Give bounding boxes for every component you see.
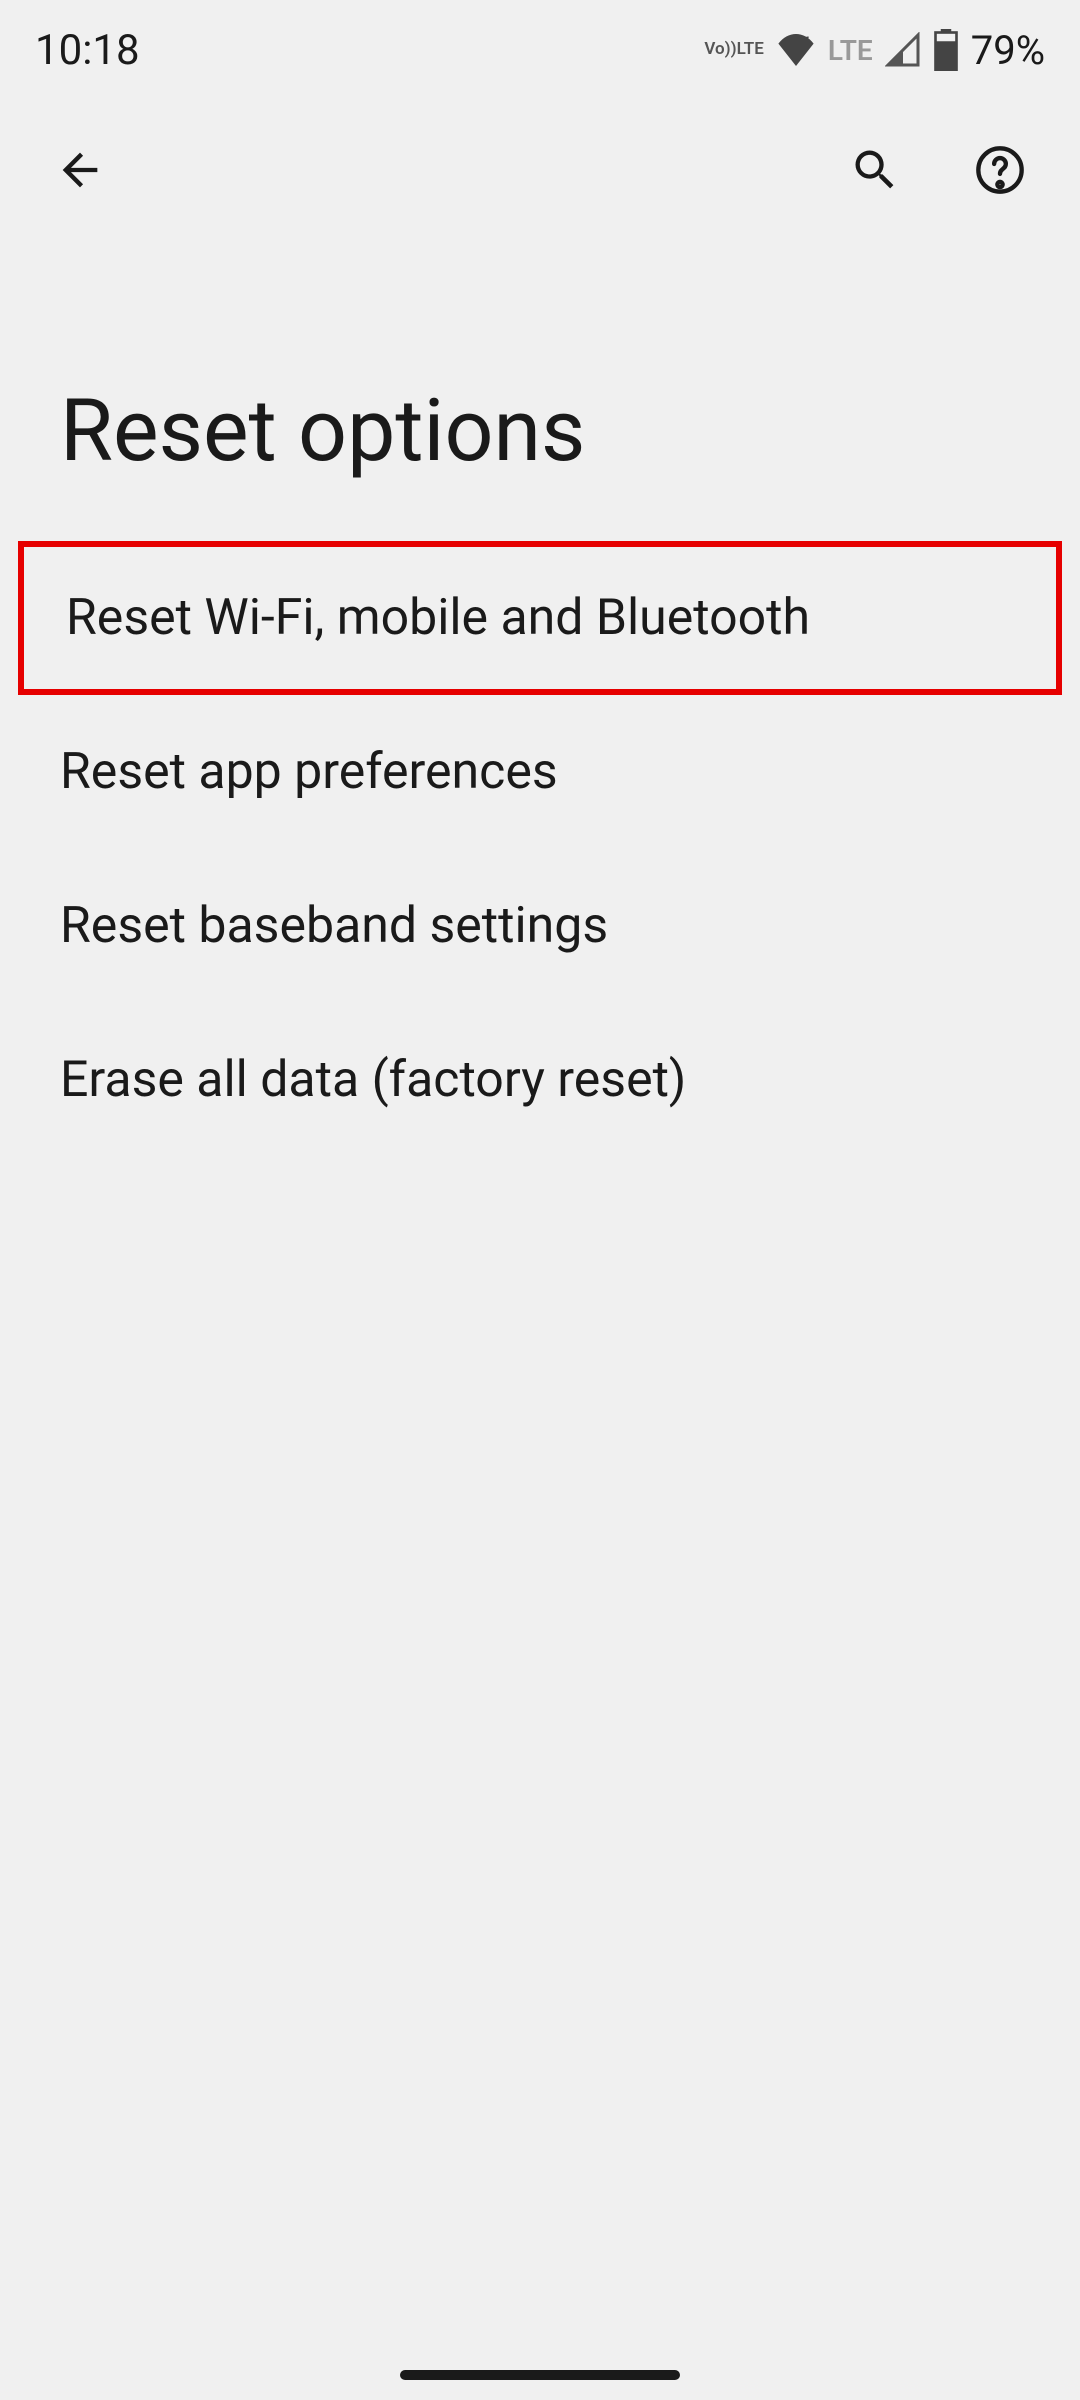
- arrow-left-icon: [54, 144, 106, 196]
- battery-icon: [933, 29, 959, 71]
- option-label: Reset Wi-Fi, mobile and Bluetooth: [66, 589, 810, 647]
- status-indicators: Vo)) LTE 6 LTE 79%: [704, 27, 1045, 74]
- help-button[interactable]: [970, 140, 1030, 200]
- options-list: Reset Wi-Fi, mobile and Bluetooth Reset …: [0, 541, 1080, 1157]
- wifi-icon: 6: [776, 34, 816, 66]
- battery-percent: 79%: [971, 27, 1045, 74]
- svg-text:6: 6: [802, 34, 810, 51]
- status-time: 10:18: [35, 26, 140, 75]
- search-button[interactable]: [845, 140, 905, 200]
- option-reset-app-preferences[interactable]: Reset app preferences: [0, 695, 1080, 849]
- option-reset-baseband-settings[interactable]: Reset baseband settings: [0, 849, 1080, 1003]
- option-label: Erase all data (factory reset): [60, 1051, 686, 1109]
- volte-icon: Vo)) LTE: [704, 42, 763, 57]
- signal-icon: [885, 32, 921, 68]
- option-reset-wifi-mobile-bluetooth[interactable]: Reset Wi-Fi, mobile and Bluetooth: [18, 541, 1062, 695]
- search-icon: [849, 144, 901, 196]
- lte-icon: LTE: [828, 34, 873, 67]
- option-label: Reset app preferences: [60, 743, 558, 801]
- help-icon: [974, 144, 1026, 196]
- app-bar-actions: [845, 140, 1030, 200]
- option-label: Reset baseband settings: [60, 897, 608, 955]
- page-title: Reset options: [0, 240, 1080, 541]
- option-erase-all-data[interactable]: Erase all data (factory reset): [0, 1003, 1080, 1157]
- back-button[interactable]: [50, 140, 110, 200]
- app-bar: [0, 100, 1080, 240]
- status-bar: 10:18 Vo)) LTE 6 LTE 79%: [0, 0, 1080, 100]
- navigation-handle[interactable]: [400, 2370, 680, 2380]
